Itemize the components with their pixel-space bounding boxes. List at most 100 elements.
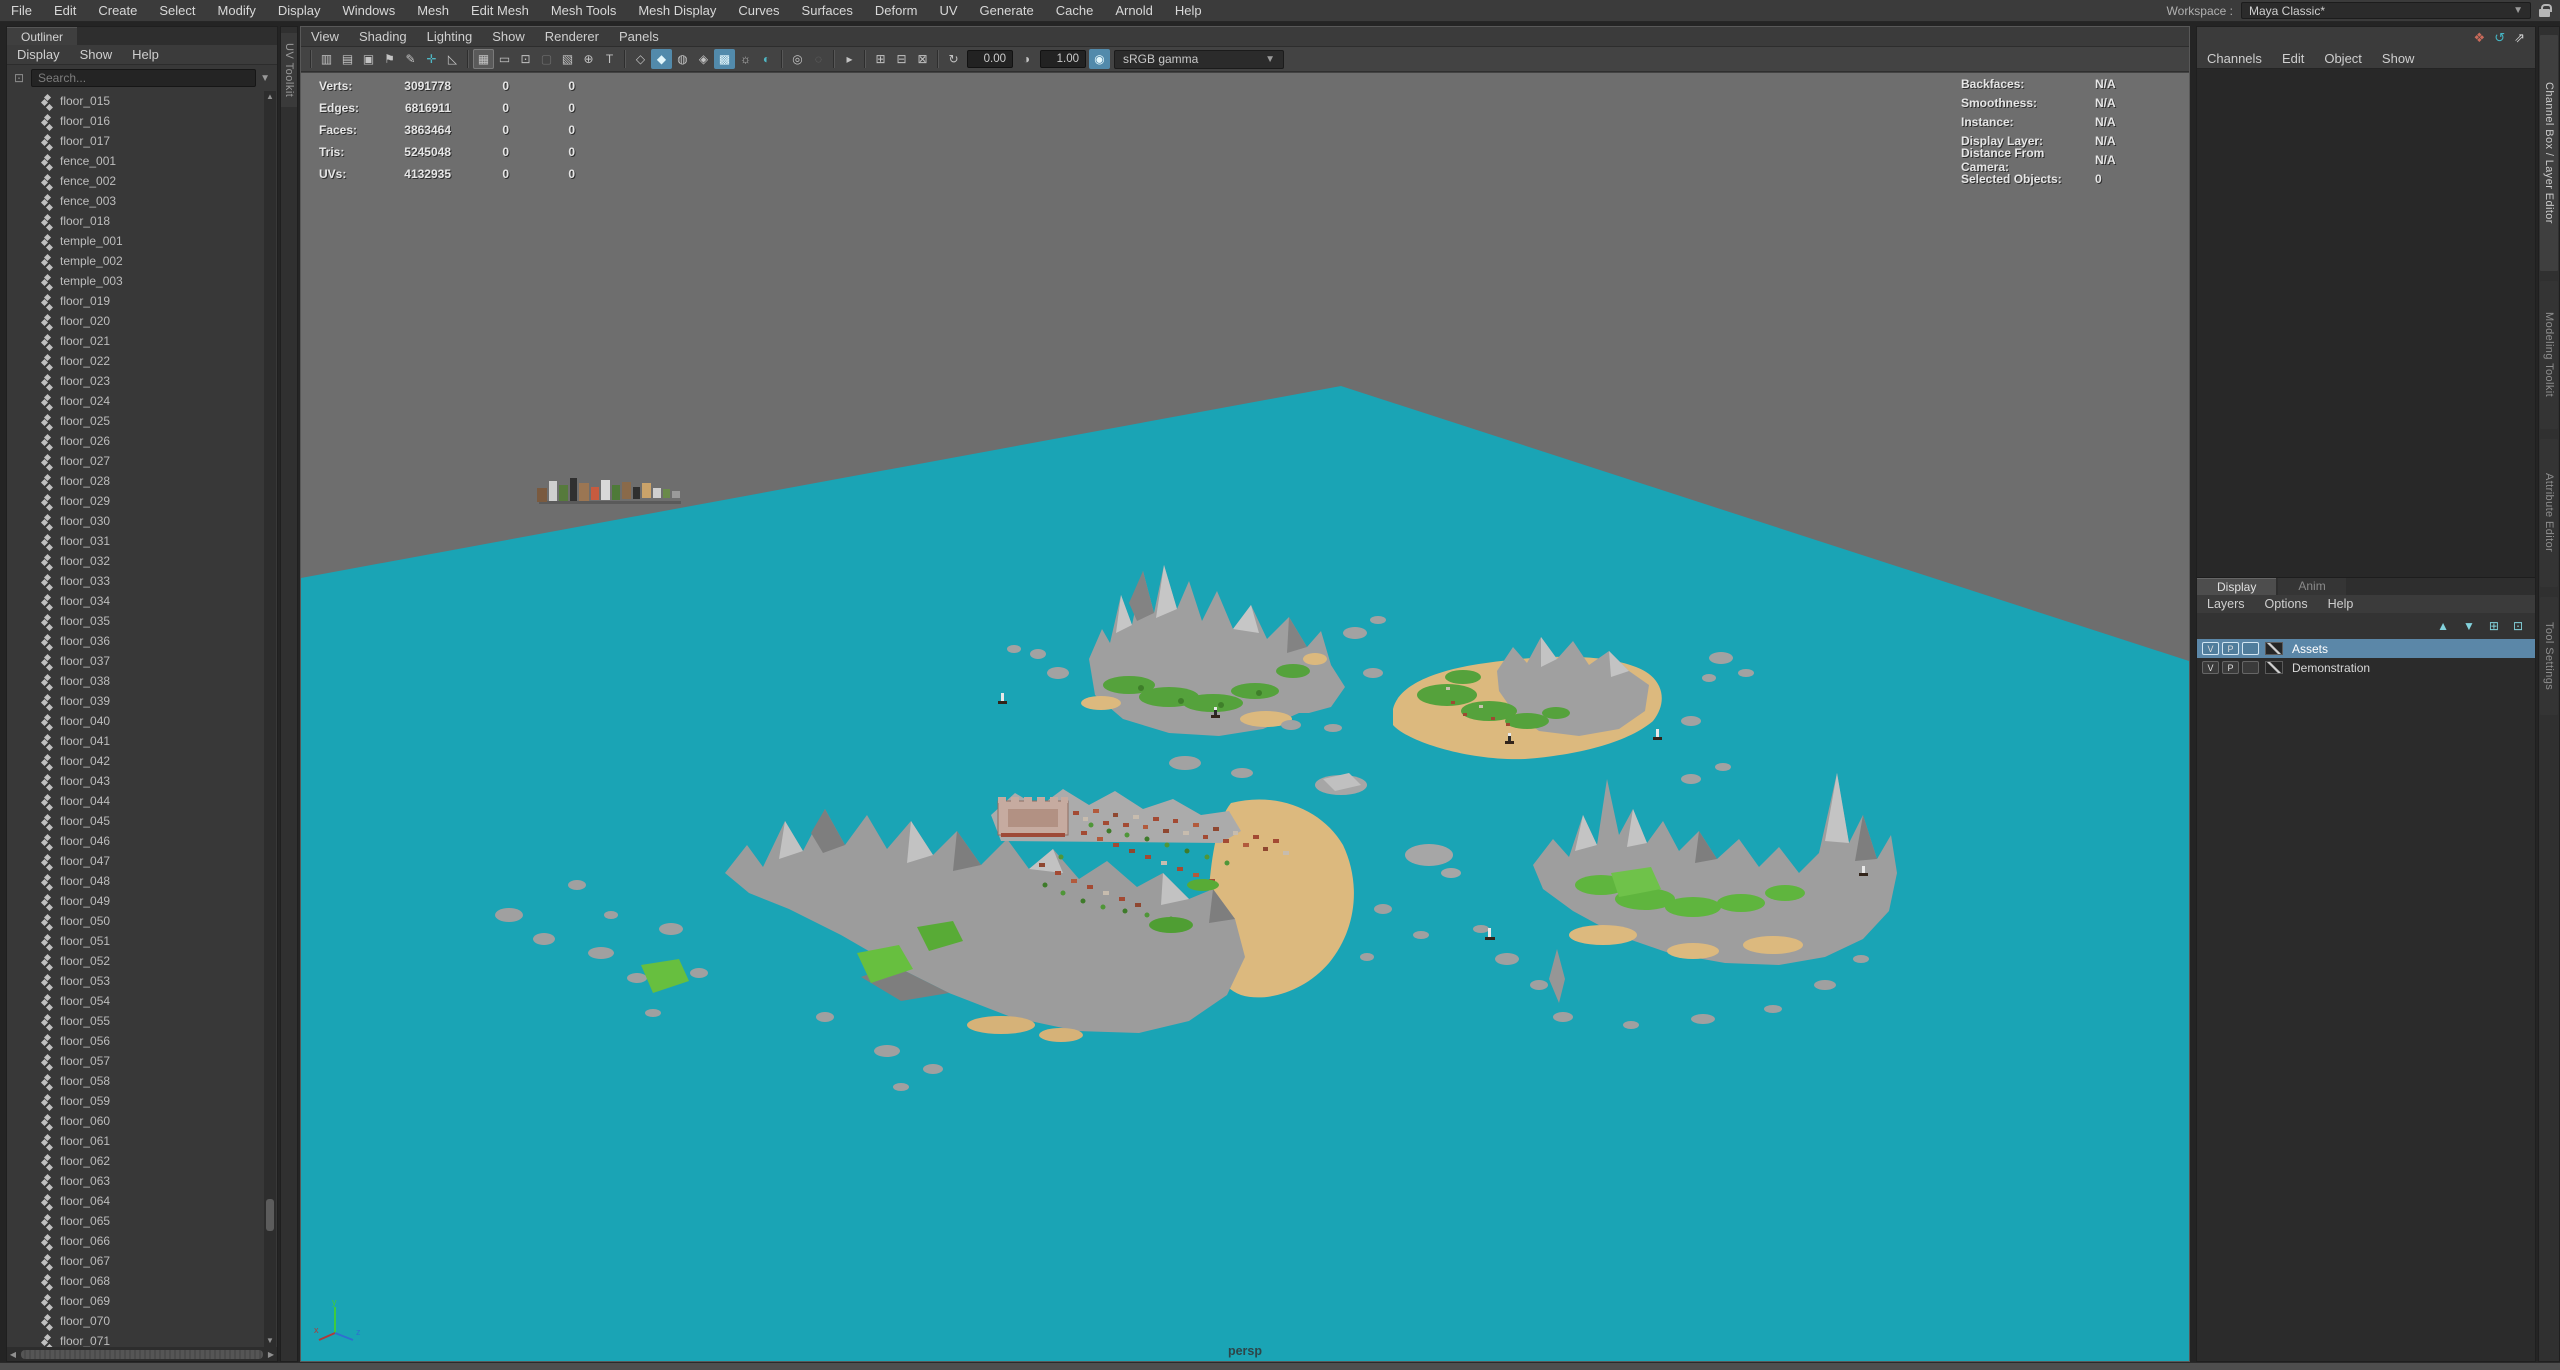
menu-mesh-display[interactable]: Mesh Display: [627, 0, 727, 22]
wireframe-on-shaded-icon[interactable]: ◈: [693, 49, 714, 69]
outliner-item-floor-019[interactable]: floor_019: [7, 291, 264, 311]
layer-menu-options[interactable]: Options: [2255, 595, 2318, 613]
outliner-item-floor-065[interactable]: floor_065: [7, 1211, 264, 1231]
outliner-item-floor-020[interactable]: floor_020: [7, 311, 264, 331]
channelbox-menu-channels[interactable]: Channels: [2197, 49, 2272, 68]
outliner-item-floor-061[interactable]: floor_061: [7, 1131, 264, 1151]
outliner-item-floor-063[interactable]: floor_063: [7, 1171, 264, 1191]
outliner-menu-show[interactable]: Show: [70, 45, 123, 64]
scroll-down-icon[interactable]: ▼: [264, 1335, 276, 1347]
scroll-left-icon[interactable]: ◀: [7, 1350, 19, 1359]
layer-down-icon[interactable]: ▼: [2463, 619, 2475, 633]
outliner-item-floor-031[interactable]: floor_031: [7, 531, 264, 551]
outliner-item-floor-037[interactable]: floor_037: [7, 651, 264, 671]
grid-icon[interactable]: ▦: [473, 49, 494, 69]
viewport-menu-renderer[interactable]: Renderer: [535, 27, 609, 46]
outliner-item-floor-036[interactable]: floor_036: [7, 631, 264, 651]
menu-arnold[interactable]: Arnold: [1104, 0, 1164, 22]
rotate-tool-icon[interactable]: ↺: [2494, 27, 2505, 49]
outliner-item-floor-069[interactable]: floor_069: [7, 1291, 264, 1311]
layer-extra-toggle[interactable]: [2242, 661, 2259, 674]
field-chart-icon[interactable]: ▧: [557, 49, 578, 69]
outliner-item-floor-048[interactable]: floor_048: [7, 871, 264, 891]
outliner-item-floor-033[interactable]: floor_033: [7, 571, 264, 591]
outliner-item-floor-025[interactable]: floor_025: [7, 411, 264, 431]
outliner-item-floor-067[interactable]: floor_067: [7, 1251, 264, 1271]
viewport-menu-show[interactable]: Show: [482, 27, 535, 46]
menu-create[interactable]: Create: [87, 0, 148, 22]
menu-modify[interactable]: Modify: [207, 0, 267, 22]
scrollbar-thumb[interactable]: [21, 1350, 263, 1359]
layer-menu-layers[interactable]: Layers: [2197, 595, 2255, 613]
workspace-dropdown[interactable]: Maya Classic* ▼: [2241, 2, 2531, 19]
motion-blur-icon[interactable]: ◌: [808, 49, 829, 69]
menu-windows[interactable]: Windows: [331, 0, 406, 22]
tab-display[interactable]: Display: [2197, 578, 2276, 595]
menu-curves[interactable]: Curves: [727, 0, 790, 22]
panel-tab-tool-settings[interactable]: Tool Settings: [2540, 597, 2558, 715]
exposure-field[interactable]: 0.00: [967, 50, 1013, 68]
layer-row-assets[interactable]: VPAssets: [2197, 639, 2535, 658]
resolution-gate-icon[interactable]: ⊡: [515, 49, 536, 69]
menu-generate[interactable]: Generate: [969, 0, 1045, 22]
outliner-item-floor-062[interactable]: floor_062: [7, 1151, 264, 1171]
safe-title-icon[interactable]: T: [599, 49, 620, 69]
outliner-item-floor-041[interactable]: floor_041: [7, 731, 264, 751]
outliner-item-temple-003[interactable]: temple_003: [7, 271, 264, 291]
outliner-item-floor-050[interactable]: floor_050: [7, 911, 264, 931]
outliner-item-floor-046[interactable]: floor_046: [7, 831, 264, 851]
scroll-up-icon[interactable]: ▲: [264, 91, 276, 103]
outliner-item-floor-022[interactable]: floor_022: [7, 351, 264, 371]
outliner-menu-display[interactable]: Display: [7, 45, 70, 64]
search-input[interactable]: [31, 69, 256, 87]
grease-pencil-icon[interactable]: ✎: [400, 49, 421, 69]
camera-lock-icon[interactable]: ▣: [358, 49, 379, 69]
protractor-icon[interactable]: ◺: [442, 49, 463, 69]
viewport-3d-canvas[interactable]: Verts:309177800Edges:681691100Faces:3863…: [301, 73, 2189, 1361]
outliner-item-floor-040[interactable]: floor_040: [7, 711, 264, 731]
outliner-item-floor-039[interactable]: floor_039: [7, 691, 264, 711]
object-details-icon[interactable]: ❖: [2474, 27, 2486, 49]
layer-up-icon[interactable]: ▲: [2437, 619, 2449, 633]
outliner-item-fence-002[interactable]: fence_002: [7, 171, 264, 191]
menu-cache[interactable]: Cache: [1045, 0, 1105, 22]
filter-icon[interactable]: ⊡: [11, 71, 27, 85]
outliner-item-fence-003[interactable]: fence_003: [7, 191, 264, 211]
outliner-item-floor-055[interactable]: floor_055: [7, 1011, 264, 1031]
pin-icon[interactable]: ✛: [421, 49, 442, 69]
camcorder-icon[interactable]: ▥: [316, 49, 337, 69]
outliner-item-floor-052[interactable]: floor_052: [7, 951, 264, 971]
channelbox-menu-show[interactable]: Show: [2372, 49, 2425, 68]
layer-extra-toggle[interactable]: [2242, 642, 2259, 655]
panel-tab-attribute-editor[interactable]: Attribute Editor: [2540, 439, 2558, 587]
viewport-menu-panels[interactable]: Panels: [609, 27, 669, 46]
safe-action-icon[interactable]: ⊕: [578, 49, 599, 69]
outliner-item-floor-059[interactable]: floor_059: [7, 1091, 264, 1111]
menu-edit[interactable]: Edit: [43, 0, 87, 22]
camera-icon[interactable]: ▤: [337, 49, 358, 69]
outliner-item-temple-001[interactable]: temple_001: [7, 231, 264, 251]
gate-mask-icon[interactable]: ▢: [536, 49, 557, 69]
outliner-item-floor-034[interactable]: floor_034: [7, 591, 264, 611]
outliner-item-floor-029[interactable]: floor_029: [7, 491, 264, 511]
distant-asset-strip[interactable]: [537, 478, 681, 504]
multisample-icon[interactable]: ⊞: [870, 49, 891, 69]
outliner-item-floor-028[interactable]: floor_028: [7, 471, 264, 491]
layer-playback-toggle[interactable]: P: [2222, 642, 2239, 655]
outliner-item-floor-017[interactable]: floor_017: [7, 131, 264, 151]
outliner-item-floor-064[interactable]: floor_064: [7, 1191, 264, 1211]
gamma-field[interactable]: 1.00: [1040, 50, 1086, 68]
viewport-menu-lighting[interactable]: Lighting: [417, 27, 483, 46]
channelbox-menu-object[interactable]: Object: [2314, 49, 2372, 68]
outliner-horizontal-scrollbar[interactable]: ◀ ▶: [7, 1347, 277, 1361]
layer-playback-toggle[interactable]: P: [2222, 661, 2239, 674]
outliner-item-floor-071[interactable]: floor_071: [7, 1331, 264, 1347]
outliner-item-floor-021[interactable]: floor_021: [7, 331, 264, 351]
viewport-menu-shading[interactable]: Shading: [349, 27, 417, 46]
layer-color-swatch[interactable]: [2265, 642, 2283, 655]
outliner-item-floor-047[interactable]: floor_047: [7, 851, 264, 871]
layer-color-swatch[interactable]: [2265, 661, 2283, 674]
textured-icon[interactable]: ◍: [672, 49, 693, 69]
color-management-icon[interactable]: ◉: [1089, 49, 1110, 69]
outliner-item-floor-058[interactable]: floor_058: [7, 1071, 264, 1091]
